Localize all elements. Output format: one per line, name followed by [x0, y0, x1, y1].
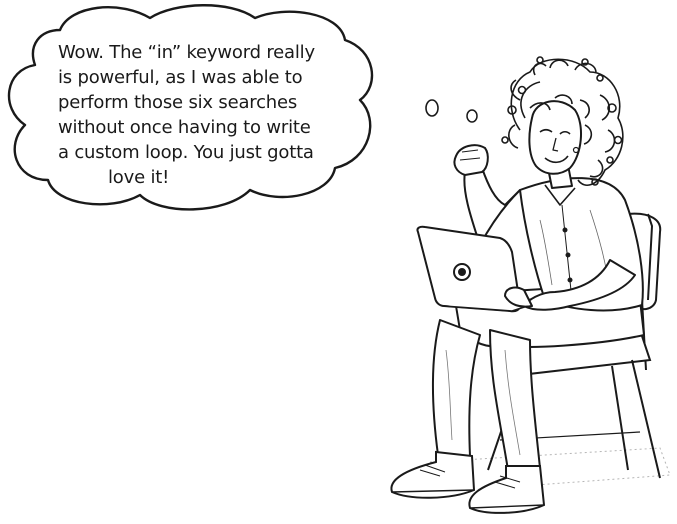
speech-line-6: love it!	[108, 167, 170, 188]
raised-arm	[453, 144, 521, 246]
thought-dot-1	[425, 99, 439, 117]
head	[528, 100, 582, 189]
thought-dot-2	[466, 109, 478, 123]
speech-line-1: Wow. The “in” keyword really	[58, 42, 315, 63]
fist	[453, 144, 489, 176]
legs	[432, 287, 645, 471]
speech-line-5: a custom loop. You just gotta	[58, 142, 314, 163]
speech-line-3: perform those six searches	[58, 92, 298, 113]
speech-line-2: is powerful, as I was able to	[58, 67, 303, 88]
speech-line-4: without once having to write	[58, 117, 311, 138]
speech-bubble-text: Wow. The “in” keyword really is powerful…	[58, 40, 358, 190]
